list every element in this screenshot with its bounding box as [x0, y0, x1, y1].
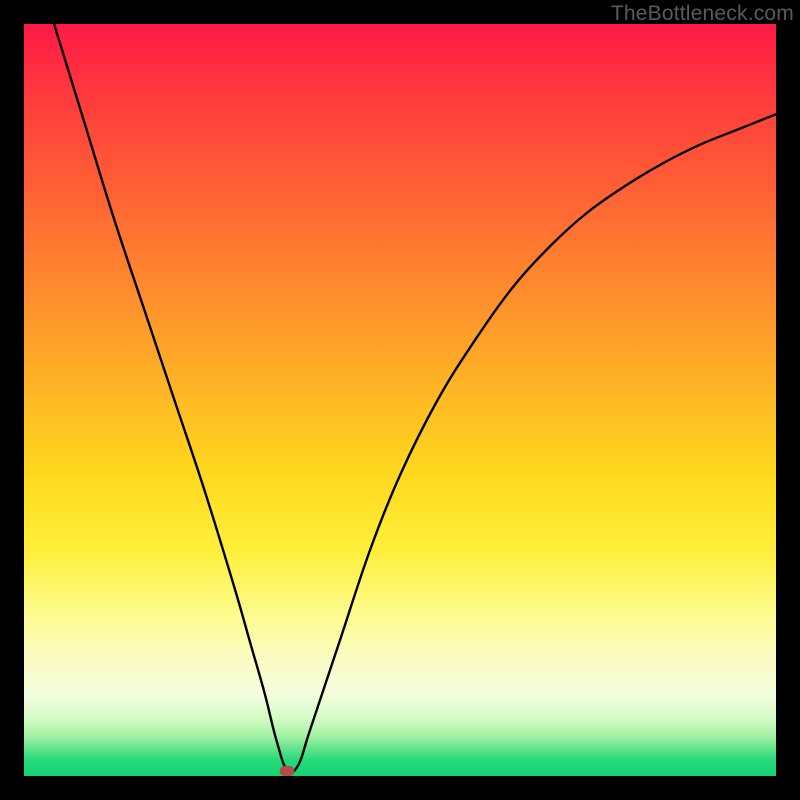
- plot-area: [24, 24, 776, 776]
- bottleneck-curve: [24, 24, 776, 776]
- chart-frame: TheBottleneck.com: [0, 0, 800, 800]
- optimum-marker: [280, 766, 295, 776]
- watermark-text: TheBottleneck.com: [611, 2, 794, 26]
